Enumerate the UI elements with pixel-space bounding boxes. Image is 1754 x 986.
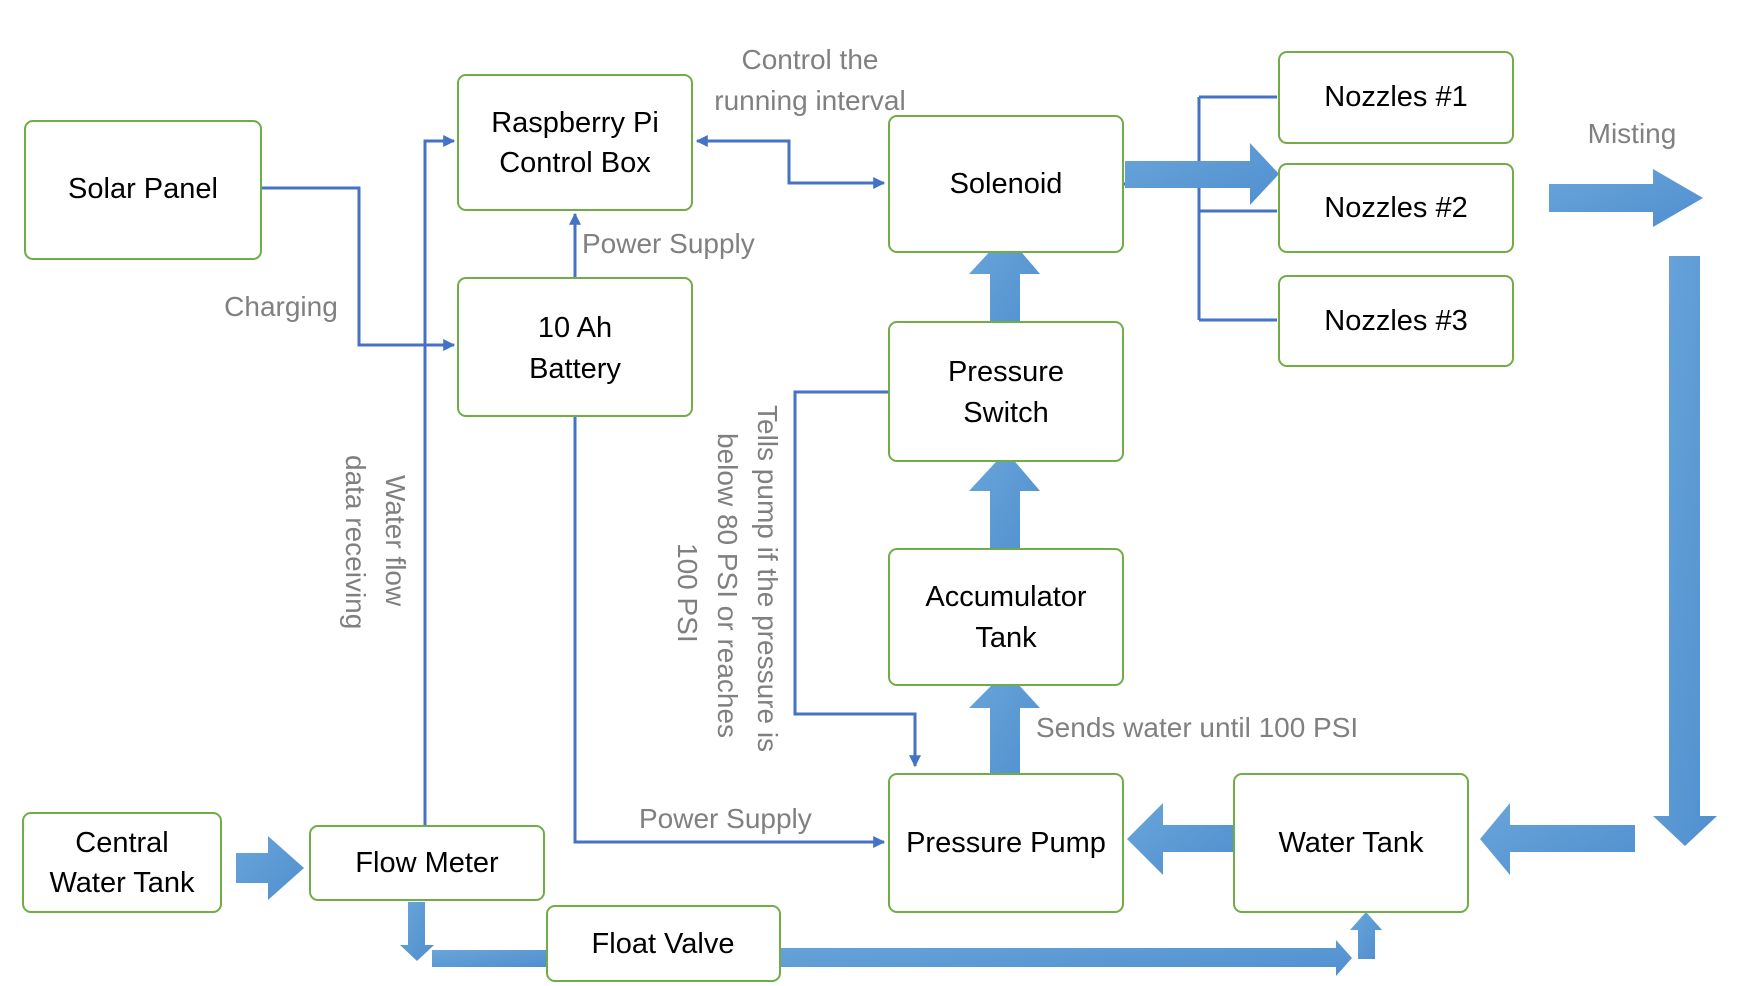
pressure-pump-label: Pressure Pump: [906, 827, 1106, 859]
nozzles-1-box[interactable]: Nozzles #1: [1278, 51, 1514, 144]
pressure-switch-label-line1: Pressure: [948, 356, 1064, 388]
flow-meter-box[interactable]: Flow Meter: [309, 825, 545, 901]
water-flow-label-line2: data receiving: [340, 455, 371, 629]
nozzles-1-label: Nozzles #1: [1324, 81, 1467, 113]
flow-arrow-tank-to-pump: [1127, 803, 1234, 875]
nozzles-2-label: Nozzles #2: [1324, 192, 1467, 224]
battery-label-line1: 10 Ah: [538, 312, 612, 344]
raspberry-pi-control-box[interactable]: Raspberry Pi Control Box: [457, 74, 693, 211]
charging-label: Charging: [224, 291, 338, 322]
central-water-tank-label-line1: Central: [75, 827, 169, 859]
water-flow-data-wire: [423, 135, 456, 826]
flow-arrow-misting: [1549, 169, 1703, 227]
power-supply-bottom-label: Power Supply: [639, 803, 812, 834]
central-water-tank-box[interactable]: Central Water Tank: [22, 812, 222, 913]
sends-water-label: Sends water until 100 PSI: [1036, 712, 1358, 743]
control-interval-label-line1: Control the: [742, 44, 879, 75]
flow-arrow-meter-down: [400, 902, 434, 961]
battery-label-line2: Battery: [529, 353, 621, 385]
nozzles-2-box[interactable]: Nozzles #2: [1278, 163, 1514, 253]
solenoid-label: Solenoid: [950, 168, 1063, 200]
float-valve-label: Float Valve: [592, 928, 735, 960]
raspberry-pi-label-line1: Raspberry Pi: [491, 107, 659, 139]
pressure-switch-box[interactable]: Pressure Switch: [888, 321, 1124, 462]
flow-arrow-up-into-tank: [1350, 912, 1382, 959]
accumulator-tank-box[interactable]: Accumulator Tank: [888, 548, 1124, 686]
control-interval-label-line2: running interval: [714, 85, 905, 116]
misting-label: Misting: [1588, 118, 1677, 149]
solenoid-box[interactable]: Solenoid: [888, 115, 1124, 253]
flow-arrow-into-water-tank: [1480, 803, 1635, 875]
water-tank-box[interactable]: Water Tank: [1233, 773, 1469, 913]
raspberry-pi-label-line2: Control Box: [499, 147, 651, 179]
flow-arrow-float-to-tank: [780, 940, 1352, 976]
pressure-signal-label-line3: 100 PSI: [672, 543, 703, 643]
nozzles-3-label: Nozzles #3: [1324, 305, 1467, 337]
flow-arrow-accumulator-to-switch: [969, 451, 1040, 563]
float-valve-box[interactable]: Float Valve: [546, 905, 781, 982]
accumulator-label-line2: Tank: [975, 622, 1037, 654]
diagram-canvas: Solar Panel Raspberry Pi Control Box 10 …: [22, 44, 1717, 982]
flow-arrow-pump-to-accumulator: [969, 671, 1040, 789]
pressure-switch-label-line2: Switch: [963, 397, 1048, 429]
pressure-signal-label-line2: below 80 PSI or reaches: [712, 433, 743, 738]
pressure-signal-label-line1: Tells pump if the pressure is: [752, 405, 783, 752]
accumulator-label-line1: Accumulator: [925, 581, 1087, 613]
nozzles-3-box[interactable]: Nozzles #3: [1278, 275, 1514, 367]
water-flow-label-line1: Water flow: [380, 475, 411, 607]
flow-arrow-solenoid-to-nozzles: [1125, 143, 1279, 205]
power-supply-top-label: Power Supply: [582, 228, 755, 259]
pressure-pump-box[interactable]: Pressure Pump: [888, 773, 1124, 913]
central-water-tank-label-line2: Water Tank: [49, 867, 195, 899]
flow-meter-label: Flow Meter: [355, 847, 499, 879]
water-tank-label: Water Tank: [1278, 827, 1424, 859]
solar-panel-box[interactable]: Solar Panel: [24, 120, 262, 260]
solar-panel-label: Solar Panel: [68, 173, 218, 205]
battery-box[interactable]: 10 Ah Battery: [457, 277, 693, 417]
flow-pipe-to-float-valve: [432, 950, 550, 967]
control-wire: [695, 135, 886, 189]
flow-arrow-down-right: [1653, 256, 1717, 846]
flow-arrow-central-to-meter: [236, 836, 304, 900]
